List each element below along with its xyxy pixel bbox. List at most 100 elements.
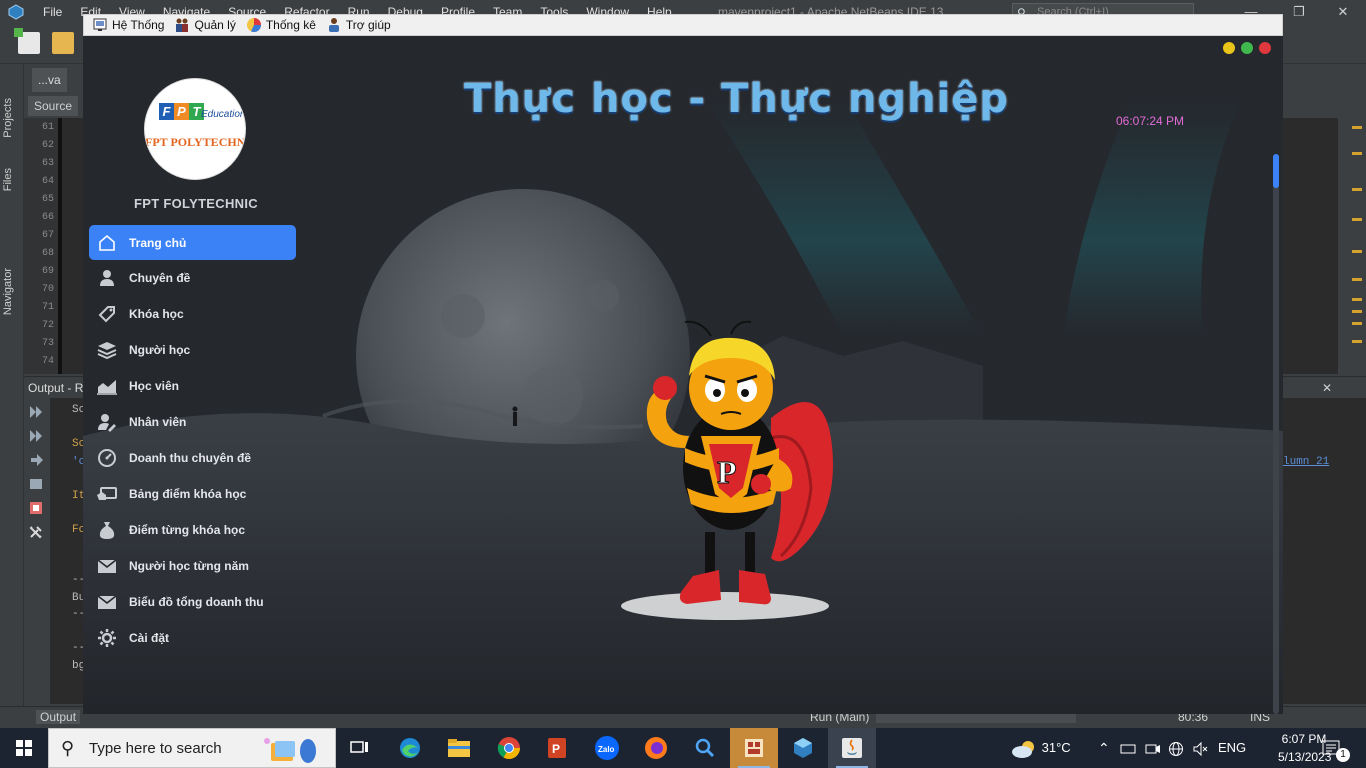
stripe-mark <box>1352 322 1362 325</box>
rerun-options-icon[interactable] <box>28 428 44 444</box>
sidebar-item-nguoi-hoc-tung-nam[interactable]: Người học từng năm <box>89 548 296 584</box>
sidebar-item-bang-diem-khoa-hoc[interactable]: Bảng điểm khóa học <box>89 476 296 512</box>
app-scrollbar-thumb[interactable] <box>1273 154 1279 188</box>
close-button[interactable]: ✕ <box>1320 0 1366 24</box>
sidebar-item-label: Người học từng năm <box>129 559 249 573</box>
sidebar-item-chuyen-de[interactable]: Chuyên đề <box>89 260 296 296</box>
zalo-icon: Zalo <box>595 736 619 760</box>
cloud-sun-icon <box>1012 740 1034 758</box>
open-project-button[interactable] <box>52 32 74 54</box>
app-clock: 06:07:24 PM <box>1116 114 1185 128</box>
line-number: 71 <box>41 302 54 313</box>
sidebar-nav: Trang chủ Chuyên đề Khóa học Người học H… <box>89 225 296 656</box>
search-app-icon <box>695 738 715 758</box>
edge-button[interactable] <box>386 728 434 768</box>
page-headline: Thực học - Thực nghiệp <box>464 76 1009 122</box>
sidebar-item-label: Người học <box>129 343 191 357</box>
app-scrollbar[interactable] <box>1273 154 1279 714</box>
line-number-gutter: 61 62 63 64 65 66 67 68 69 70 71 72 73 7… <box>24 118 58 374</box>
money-bag-icon <box>95 518 119 542</box>
notification-count: 1 <box>1336 748 1350 762</box>
stripe-mark <box>1352 188 1362 191</box>
network-icon[interactable] <box>1120 728 1136 768</box>
netbeans-button[interactable] <box>779 728 827 768</box>
settings-tools-icon[interactable] <box>28 524 44 540</box>
sidebar-item-nhan-vien[interactable]: Nhân viên <box>89 404 296 440</box>
meet-now-icon[interactable] <box>1145 728 1161 768</box>
search-app-button[interactable] <box>681 728 729 768</box>
menu-tro-giup[interactable]: Trợ giúp <box>326 17 391 33</box>
step-icon[interactable] <box>28 452 44 468</box>
ide-side-strip: Projects Files Navigator <box>0 64 24 714</box>
stripe-mark <box>1352 298 1362 301</box>
windows-taskbar: ⚲ Type here to search P Zalo 31°C ⌃ ENG … <box>0 728 1366 768</box>
sidebar-item-bieu-do-tong-doanh-thu[interactable]: Biểu đồ tổng doanh thu <box>89 584 296 620</box>
error-stripe <box>1338 118 1366 374</box>
java-app-button[interactable] <box>730 728 778 768</box>
menu-he-thong[interactable]: Hệ Thống <box>92 17 164 33</box>
chrome-button[interactable] <box>485 728 533 768</box>
weather-widget[interactable]: 31°C <box>1010 728 1071 768</box>
navigator-tab[interactable]: Navigator <box>2 268 14 315</box>
menu-he-thong-label: Hệ Thống <box>112 18 165 32</box>
task-view-icon <box>350 741 368 753</box>
gauge-icon <box>95 446 119 470</box>
sidebar-item-cai-dat[interactable]: Cài đặt <box>89 620 296 656</box>
people-icon <box>174 17 190 33</box>
run-progress <box>876 713 1076 723</box>
svg-text:P: P <box>552 742 560 756</box>
search-icon: ⚲ <box>61 738 75 758</box>
logo-letter-f: F <box>159 103 174 120</box>
editor-tab-file[interactable]: ...va <box>32 68 67 92</box>
system-icon <box>92 17 108 33</box>
sidebar-item-hoc-vien[interactable]: Học viên <box>89 368 296 404</box>
firefox-button[interactable] <box>632 728 680 768</box>
app-icon <box>745 739 763 757</box>
notification-center-button[interactable]: 1 <box>1322 728 1352 768</box>
files-tab[interactable]: Files <box>2 168 14 191</box>
projects-tab[interactable]: Projects <box>2 98 14 138</box>
taskbar-search-placeholder: Type here to search <box>89 740 222 757</box>
rerun-icon[interactable] <box>28 404 44 420</box>
search-highlight-art-icon <box>264 738 316 763</box>
sidebar-item-khoa-hoc[interactable]: Khóa học <box>89 296 296 332</box>
source-tab[interactable]: Source <box>28 96 78 116</box>
menu-quan-ly[interactable]: Quản lý <box>174 17 236 33</box>
output-window-label: Output <box>40 710 77 724</box>
sidebar-item-diem-tung-khoa-hoc[interactable]: Điểm từng khóa học <box>89 512 296 548</box>
start-button[interactable] <box>0 728 48 768</box>
output-window-tab[interactable]: Output <box>36 710 81 724</box>
minimize-dot-button[interactable] <box>1223 42 1235 54</box>
language-indicator[interactable]: ENG <box>1218 728 1246 768</box>
task-view-button[interactable] <box>336 728 384 768</box>
taskbar-search-box[interactable]: ⚲ Type here to search <box>48 728 336 768</box>
weather-temp: 31°C <box>1041 740 1071 755</box>
stop-icon[interactable] <box>28 500 44 516</box>
close-dot-button[interactable] <box>1259 42 1271 54</box>
powerpoint-button[interactable]: P <box>533 728 581 768</box>
zalo-button[interactable]: Zalo <box>583 728 631 768</box>
menu-quan-ly-label: Quản lý <box>194 18 236 32</box>
help-icon <box>326 17 342 33</box>
chart-icon <box>246 17 262 33</box>
user-edit-icon <box>95 410 119 434</box>
clear-icon[interactable] <box>28 476 44 492</box>
close-output-icon[interactable]: ✕ <box>1322 377 1332 399</box>
output-title[interactable]: Output - R <box>28 381 83 395</box>
menu-thong-ke[interactable]: Thống kê <box>246 17 316 33</box>
sidebar-item-label: Học viên <box>129 379 180 393</box>
sidebar-item-nguoi-hoc[interactable]: Người học <box>89 332 296 368</box>
volume-muted-icon[interactable] <box>1192 728 1208 768</box>
new-file-button[interactable] <box>14 28 40 54</box>
output-link[interactable]: lumn 21 <box>1283 456 1329 468</box>
globe-icon[interactable] <box>1168 728 1184 768</box>
ide-menu-file[interactable]: File <box>34 0 71 24</box>
maximize-dot-button[interactable] <box>1241 42 1253 54</box>
java-icon <box>842 738 862 758</box>
file-explorer-button[interactable] <box>435 728 483 768</box>
show-hidden-icons-button[interactable]: ⌃ <box>1098 728 1110 768</box>
logo-letter-p: P <box>174 103 189 120</box>
sidebar-item-doanh-thu-chuyen-de[interactable]: Doanh thu chuyên đề <box>89 440 296 476</box>
sidebar-item-trang-chu[interactable]: Trang chủ <box>89 225 296 260</box>
java-button[interactable] <box>828 728 876 768</box>
